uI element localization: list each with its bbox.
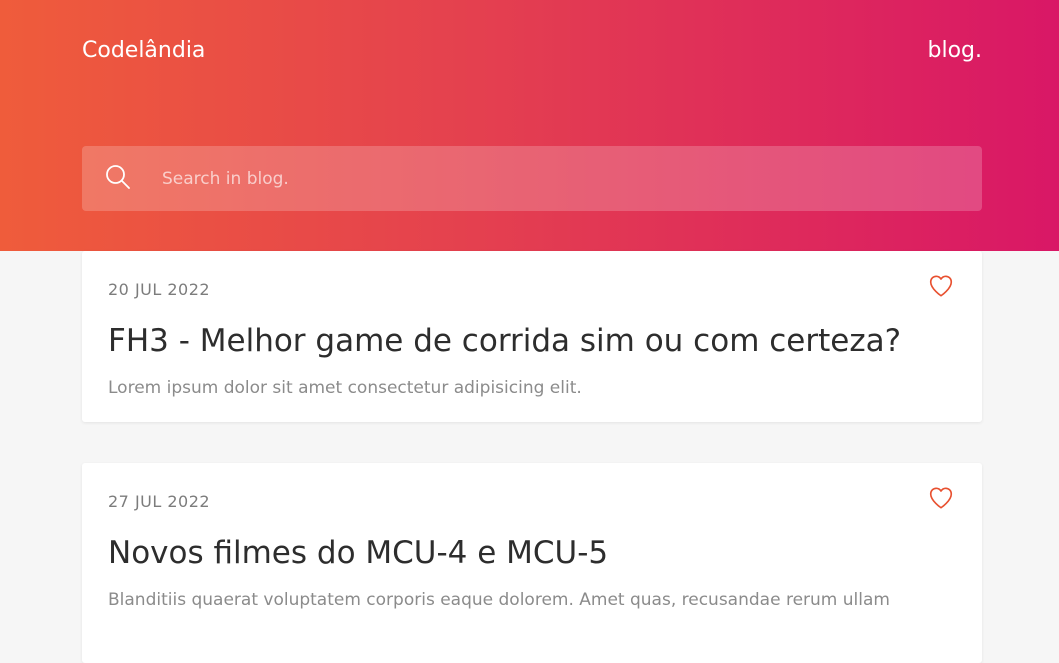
post-date: 20 JUL 2022: [108, 280, 211, 299]
post-card[interactable]: 27 JUL 2022 Novos filmes do MCU-4 e MCU-…: [82, 463, 982, 663]
post-title[interactable]: Novos filmes do MCU-4 e MCU-5: [108, 535, 608, 571]
heart-icon[interactable]: [928, 273, 954, 299]
post-excerpt: Lorem ipsum dolor sit amet consectetur a…: [108, 378, 582, 398]
search-icon[interactable]: [104, 163, 132, 191]
brand-logo[interactable]: Codelândia: [82, 38, 205, 63]
header: Codelândia blog.: [0, 0, 1059, 251]
post-card[interactable]: 20 JUL 2022 FH3 - Melhor game de corrida…: [82, 251, 982, 422]
post-title[interactable]: FH3 - Melhor game de corrida sim ou com …: [108, 323, 901, 359]
heart-icon[interactable]: [928, 485, 954, 511]
search-input[interactable]: [162, 146, 962, 211]
post-date: 27 JUL 2022: [108, 492, 211, 511]
blog-link[interactable]: blog.: [928, 38, 983, 63]
search-bar[interactable]: [82, 146, 982, 211]
post-excerpt: Blanditiis quaerat voluptatem corporis e…: [108, 590, 890, 610]
